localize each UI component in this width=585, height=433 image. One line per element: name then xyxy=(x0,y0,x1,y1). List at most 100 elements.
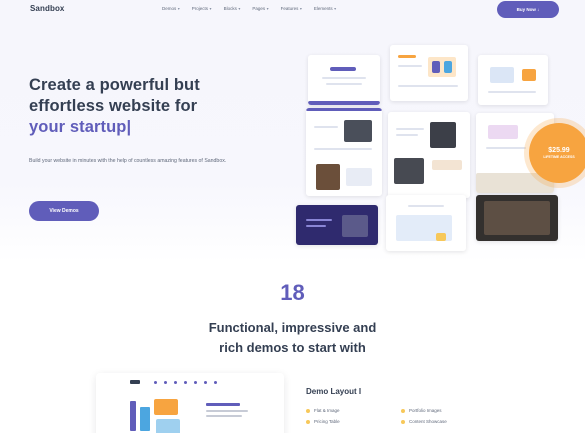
feature-item: Content Showcase xyxy=(401,419,496,424)
preview-text-line xyxy=(206,415,242,417)
bullet-icon xyxy=(401,408,405,413)
thumbnail-block xyxy=(490,67,514,83)
thumbnail-block xyxy=(346,168,372,186)
demo-thumbnail[interactable] xyxy=(386,195,466,251)
demo-preview[interactable] xyxy=(96,373,284,433)
thumbnail-bar xyxy=(486,147,526,149)
thumbnail-bar xyxy=(306,225,326,227)
thumbnail-block xyxy=(488,125,518,139)
section-title-line-1: Functional, impressive and xyxy=(208,320,377,335)
thumbnail-bar xyxy=(326,83,362,85)
navbar: Sandbox Demos ▾ Projects ▾ Blocks ▾ Pages ▾ … xyxy=(0,0,585,22)
thumbnail-block xyxy=(316,164,340,190)
demo-count: 18 xyxy=(280,280,305,305)
thumbnail-bar xyxy=(306,219,332,221)
chevron-down-icon: ▾ xyxy=(238,6,241,11)
price-badge-label: LIFETIME ACCESS xyxy=(543,155,575,159)
nav-item-label: Blocks xyxy=(223,6,237,11)
preview-nav-dot xyxy=(214,381,217,384)
demo-feature-list: Flat & Image Portfolio Images Pricing Ta… xyxy=(306,408,506,424)
thumbnail-block xyxy=(394,158,424,184)
hero-title-accent: your startup| xyxy=(29,118,132,136)
thumbnail-bar xyxy=(322,77,366,79)
main-nav: Demos ▾ Projects ▾ Blocks ▾ Pages ▾ Features… xyxy=(162,6,336,11)
preview-logo xyxy=(130,380,140,384)
preview-nav xyxy=(154,381,217,384)
demo-thumbnail[interactable] xyxy=(296,205,378,245)
thumbnail-bar xyxy=(408,205,444,207)
hero-subtitle: Build your website in minutes with the h… xyxy=(29,158,227,164)
section-title-line-2: rich demos to start with xyxy=(219,340,366,355)
thumbnail-bar xyxy=(396,134,418,136)
bullet-icon xyxy=(306,408,310,413)
thumbnail-block xyxy=(330,67,356,71)
buy-now-button[interactable]: Buy Now ↓ xyxy=(497,1,559,18)
view-demos-button[interactable]: View Demos xyxy=(29,201,99,221)
brand-logo[interactable]: Sandbox xyxy=(30,4,64,13)
demo-thumbnail[interactable] xyxy=(388,112,470,198)
chevron-down-icon: ▾ xyxy=(334,6,337,11)
illustration-block xyxy=(154,399,178,415)
nav-item-label: Projects xyxy=(191,6,209,11)
thumbnail-block xyxy=(344,120,372,142)
section-title: Functional, impressive and rich demos to… xyxy=(0,318,585,358)
preview-nav-dot xyxy=(164,381,167,384)
thumbnail-bar xyxy=(396,128,424,130)
chevron-down-icon: ▾ xyxy=(299,6,302,11)
chevron-down-icon: ▾ xyxy=(209,6,212,11)
thumbnail-bar xyxy=(314,126,338,128)
feature-label: Content Showcase xyxy=(409,419,447,424)
nav-item-label: Elements xyxy=(313,6,333,11)
nav-item-features[interactable]: Features ▾ xyxy=(281,6,302,11)
nav-item-demos[interactable]: Demos ▾ xyxy=(162,6,180,11)
thumbnail-block xyxy=(522,69,536,81)
feature-label: Pricing Table xyxy=(314,419,340,424)
feature-item: Flat & Image xyxy=(306,408,401,413)
thumbnail-block xyxy=(398,55,416,58)
thumbnail-block xyxy=(436,233,446,241)
nav-item-label: Features xyxy=(280,6,299,11)
price-badge-value: $25.99 xyxy=(548,147,570,154)
demo-thumbnail[interactable] xyxy=(390,45,468,101)
bullet-icon xyxy=(306,419,310,424)
thumbnail-block xyxy=(306,108,382,111)
nav-item-blocks[interactable]: Blocks ▾ xyxy=(224,6,241,11)
illustration-block xyxy=(140,407,150,431)
preview-nav-dot xyxy=(154,381,157,384)
thumbnail-bar xyxy=(398,65,422,67)
preview-text-lines xyxy=(206,403,248,417)
thumbnail-block xyxy=(432,160,462,170)
nav-item-label: Pages xyxy=(252,6,266,11)
preview-nav-dot xyxy=(174,381,177,384)
thumbnail-bar xyxy=(488,91,536,93)
chevron-down-icon: ▾ xyxy=(177,6,180,11)
thumbnail-block xyxy=(432,61,440,73)
preview-text-line xyxy=(206,410,248,412)
preview-nav-dot xyxy=(184,381,187,384)
hero-title-line-1: Create a powerful but xyxy=(29,76,200,94)
demo-thumbnail[interactable] xyxy=(478,55,548,105)
demo-thumbnail[interactable] xyxy=(308,55,380,105)
illustration-block xyxy=(130,401,136,431)
illustration-block xyxy=(156,419,180,433)
thumbnail-block xyxy=(484,201,550,235)
preview-nav-dot xyxy=(194,381,197,384)
nav-item-pages[interactable]: Pages ▾ xyxy=(252,6,268,11)
nav-item-elements[interactable]: Elements ▾ xyxy=(314,6,336,11)
nav-item-projects[interactable]: Projects ▾ xyxy=(192,6,212,11)
demo-thumbnail[interactable] xyxy=(476,195,558,241)
preview-text-line xyxy=(206,403,240,406)
thumbnail-block xyxy=(430,122,456,148)
thumbnail-bar xyxy=(314,148,372,150)
thumbnail-bar xyxy=(398,85,458,87)
demo-thumbnail[interactable] xyxy=(306,108,382,196)
hero-title: Create a powerful but effortless website… xyxy=(29,75,269,138)
preview-illustration xyxy=(126,399,196,433)
demo-layout-heading: Demo Layout I xyxy=(306,387,362,396)
feature-label: Portfolio Images xyxy=(409,408,442,413)
hero-title-line-2: effortless website for xyxy=(29,97,198,115)
bullet-icon xyxy=(401,419,405,424)
nav-item-label: Demos xyxy=(162,6,177,11)
feature-item: Portfolio Images xyxy=(401,408,496,413)
preview-nav-dot xyxy=(204,381,207,384)
